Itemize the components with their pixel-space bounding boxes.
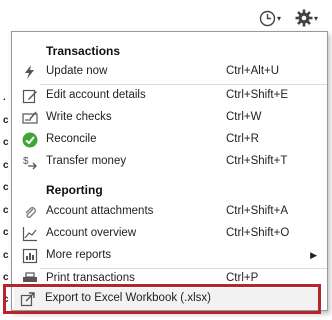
menu-item-write-checks[interactable]: Write checks Ctrl+W bbox=[12, 107, 327, 129]
menu-item-label: More reports bbox=[46, 249, 112, 261]
row-fragment: c bbox=[3, 182, 9, 193]
row-fragment: . bbox=[3, 92, 6, 103]
menu-item-label: Edit account details bbox=[46, 89, 146, 101]
menu-item-label: Update now bbox=[46, 65, 108, 77]
submenu-arrow-icon: ▶ bbox=[310, 250, 317, 260]
menu-item-label: Transfer money bbox=[46, 155, 127, 167]
printer-icon bbox=[22, 271, 38, 282]
reports-icon bbox=[22, 248, 38, 264]
menu-item-shortcut: Ctrl+Shift+E bbox=[226, 89, 288, 101]
menu-item-print-transactions[interactable]: Print transactions Ctrl+P bbox=[12, 268, 327, 282]
menu-item-shortcut: Ctrl+W bbox=[226, 111, 262, 123]
chevron-down-icon: ▾ bbox=[277, 13, 282, 23]
section-header-reporting: Reporting bbox=[46, 183, 103, 197]
lightning-icon bbox=[22, 64, 38, 80]
menu-item-transfer-money[interactable]: $ Transfer money Ctrl+Shift+T bbox=[12, 151, 327, 173]
row-fragment: c bbox=[3, 250, 9, 261]
transfer-icon: $ bbox=[22, 154, 38, 170]
menu-item-edit-account-details[interactable]: Edit account details Ctrl+Shift+E bbox=[12, 85, 327, 107]
row-fragment: c bbox=[3, 272, 9, 283]
menu-item-shortcut: Ctrl+P bbox=[226, 272, 259, 282]
clock-icon bbox=[259, 10, 276, 27]
chart-icon bbox=[22, 226, 38, 242]
paperclip-icon bbox=[22, 204, 38, 220]
row-fragment: c bbox=[3, 115, 9, 126]
menu-item-shortcut: Ctrl+Shift+A bbox=[226, 205, 288, 217]
menu-item-account-attachments[interactable]: Account attachments Ctrl+Shift+A bbox=[12, 201, 327, 223]
row-fragment: c bbox=[3, 137, 9, 148]
history-button[interactable]: ▾ bbox=[259, 8, 281, 28]
menu-item-account-overview[interactable]: Account overview Ctrl+Shift+O bbox=[12, 223, 327, 245]
menu-item-shortcut: Ctrl+Alt+U bbox=[226, 65, 280, 77]
menu-item-label: Write checks bbox=[46, 111, 112, 123]
chevron-down-icon: ▾ bbox=[314, 13, 319, 23]
menu-item-shortcut: Ctrl+R bbox=[226, 133, 259, 145]
row-fragment: c bbox=[3, 160, 9, 171]
settings-button[interactable]: ▾ bbox=[295, 8, 318, 28]
menu-item-label: Print transactions bbox=[46, 272, 135, 282]
gear-icon bbox=[295, 9, 313, 27]
menu-item-label: Account overview bbox=[46, 227, 137, 239]
reconcile-icon bbox=[22, 132, 38, 148]
section-header-transactions: Transactions bbox=[46, 44, 121, 58]
row-fragment: c bbox=[3, 227, 9, 238]
check-icon bbox=[22, 110, 38, 126]
menu-item-label: Reconcile bbox=[46, 133, 97, 145]
menu-item-shortcut: Ctrl+Shift+O bbox=[226, 227, 290, 239]
menu-item-shortcut: Ctrl+Shift+T bbox=[226, 155, 288, 167]
account-actions-menu: Transactions Update now Ctrl+Alt+U Edit … bbox=[11, 31, 328, 311]
highlight-box bbox=[3, 284, 321, 314]
menu-item-more-reports[interactable]: More reports ▶ bbox=[12, 245, 327, 267]
menu-item-update-now[interactable]: Update now Ctrl+Alt+U bbox=[12, 61, 327, 83]
menu-item-label: Account attachments bbox=[46, 205, 154, 217]
row-fragment: c bbox=[3, 205, 9, 216]
edit-icon bbox=[22, 88, 38, 104]
menu-item-reconcile[interactable]: Reconcile Ctrl+R bbox=[12, 129, 327, 151]
